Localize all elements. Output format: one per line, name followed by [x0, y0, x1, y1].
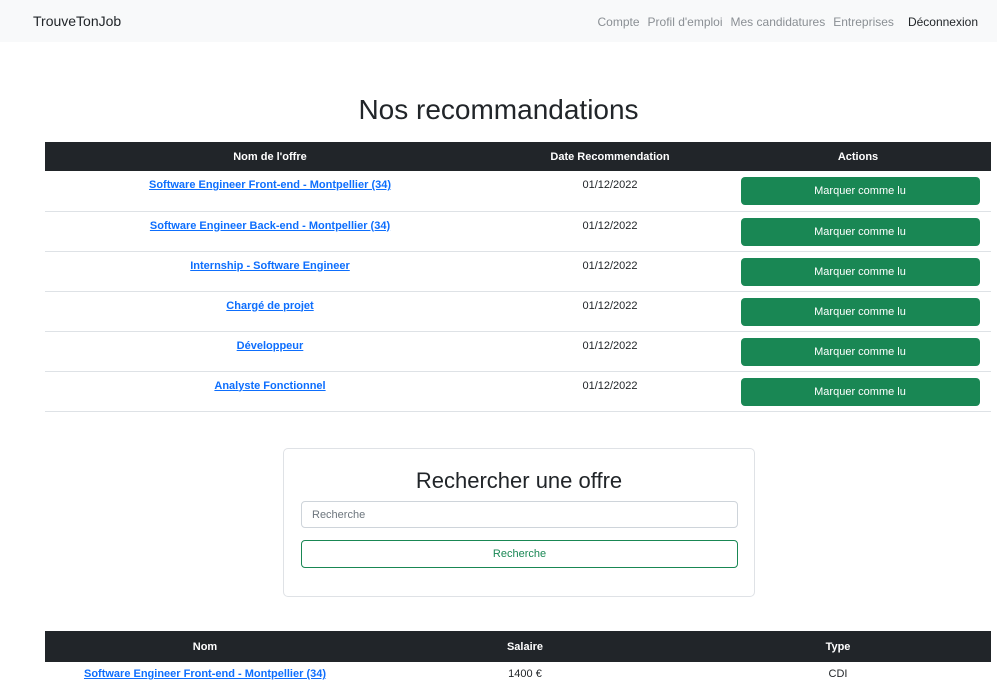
table-row: Software Engineer Front-end - Montpellie…	[45, 662, 991, 690]
offer-link[interactable]: Software Engineer Front-end - Montpellie…	[149, 179, 391, 191]
mark-as-read-button[interactable]: Marquer comme lu	[740, 177, 980, 205]
mark-as-read-button[interactable]: Marquer comme lu	[740, 337, 980, 366]
offer-name-link[interactable]: Software Engineer Front-end - Montpellie…	[84, 668, 326, 680]
offer-type: CDI	[828, 668, 848, 680]
table-header-row: Nom Salaire Type	[45, 631, 991, 662]
table-row: Chargé de projet 01/12/2022 Marquer comm…	[45, 291, 991, 332]
mark-as-read-button[interactable]: Marquer comme lu	[740, 257, 980, 286]
offers-table: Nom Salaire Type Software Engineer Front…	[45, 631, 991, 690]
recommendation-date: 01/12/2022	[495, 171, 725, 212]
offer-link[interactable]: Développeur	[237, 340, 304, 352]
mark-as-read-button[interactable]: Marquer comme lu	[740, 297, 980, 326]
search-button[interactable]: Recherche	[301, 540, 738, 568]
recommendations-table: Nom de l'offre Date Recommendation Actio…	[45, 142, 991, 412]
search-title: Rechercher une offre	[415, 468, 623, 493]
top-navbar: TrouveTonJob Compte Profil d'emploi Mes …	[0, 0, 997, 42]
recommendation-date: 01/12/2022	[495, 371, 725, 412]
nav-link-deconnexion[interactable]: Déconnexion	[898, 15, 982, 29]
nav-link-mes-candidatures[interactable]: Mes candidatures	[727, 15, 830, 29]
column-header-date: Date Recommendation	[495, 142, 725, 171]
nav-link-compte[interactable]: Compte	[593, 15, 643, 29]
search-input[interactable]	[301, 501, 738, 528]
nav-link-profil-emploi[interactable]: Profil d'emploi	[644, 15, 727, 29]
table-header-row: Nom de l'offre Date Recommendation Actio…	[45, 142, 991, 171]
search-card: Rechercher une offre Recherche	[283, 448, 755, 597]
offer-salary: 1400 €	[508, 668, 542, 680]
column-header-actions: Actions	[725, 142, 991, 171]
recommendation-date: 01/12/2022	[495, 251, 725, 292]
column-header-type: Type	[685, 631, 991, 662]
column-header-offer: Nom de l'offre	[45, 142, 495, 171]
mark-as-read-button[interactable]: Marquer comme lu	[740, 217, 980, 246]
table-row: Software Engineer Front-end - Montpellie…	[45, 171, 991, 212]
offer-link[interactable]: Internship - Software Engineer	[190, 260, 350, 272]
recommendation-date: 01/12/2022	[495, 291, 725, 332]
table-row: Développeur 01/12/2022 Marquer comme lu	[45, 331, 991, 372]
column-header-salary: Salaire	[365, 631, 685, 662]
table-row: Internship - Software Engineer 01/12/202…	[45, 251, 991, 292]
page-title: Nos recommandations	[358, 94, 639, 125]
brand-logo-link[interactable]: TrouveTonJob	[33, 13, 121, 29]
column-header-name: Nom	[45, 631, 365, 662]
offer-link[interactable]: Software Engineer Back-end - Montpellier…	[150, 220, 390, 232]
offer-link[interactable]: Analyste Fonctionnel	[214, 380, 325, 392]
table-row: Software Engineer Back-end - Montpellier…	[45, 211, 991, 252]
mark-as-read-button[interactable]: Marquer comme lu	[740, 377, 980, 406]
nav-links: Compte Profil d'emploi Mes candidatures …	[593, 15, 982, 29]
recommendation-date: 01/12/2022	[495, 331, 725, 372]
table-row: Analyste Fonctionnel 01/12/2022 Marquer …	[45, 371, 991, 412]
nav-link-entreprises[interactable]: Entreprises	[829, 15, 898, 29]
offer-link[interactable]: Chargé de projet	[226, 300, 313, 312]
recommendation-date: 01/12/2022	[495, 211, 725, 252]
